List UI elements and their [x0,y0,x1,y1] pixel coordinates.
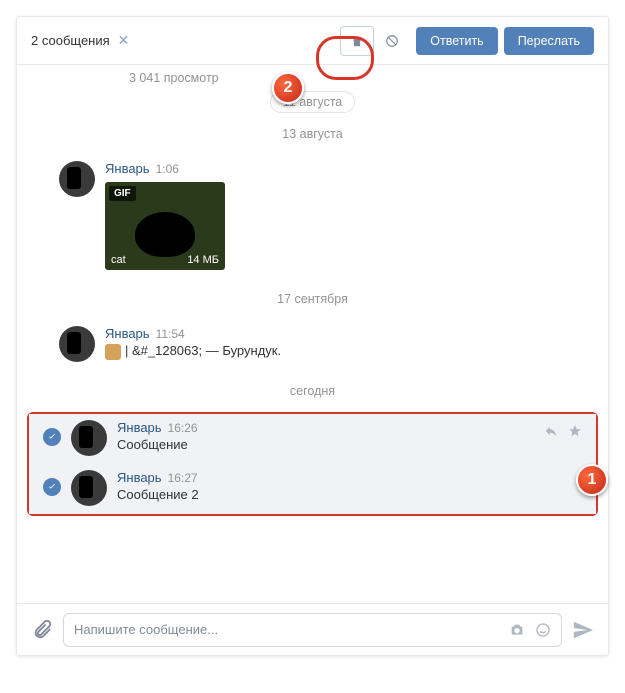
date-separator: сегодня [17,384,608,398]
delete-button[interactable] [340,26,374,56]
sender-name[interactable]: Январь [117,470,162,485]
clear-selection-icon[interactable]: ✕ [118,32,130,49]
selection-header: 2 сообщения ✕ Ответить Переслать [17,17,608,65]
message-time: 16:26 [168,421,198,435]
composer-footer: Напишите сообщение... [17,603,608,655]
emoji-icon [105,344,121,360]
gif-attachment[interactable]: GIF cat 14 МБ [105,182,225,270]
date-separator: 17 сентября [17,292,608,306]
camera-icon[interactable] [509,622,525,638]
messages-body: 3 041 просмотр 11 августа 13 августа Янв… [17,65,608,603]
gif-badge: GIF [109,186,136,201]
message-time: 1:06 [156,162,179,176]
date-separator: 13 августа [17,127,608,141]
message-row[interactable]: Январь 11:54 | &#_128063; — Бурундук. [17,320,608,370]
message-row-selected[interactable]: Январь 16:27 Сообщение 2 [29,464,596,514]
reply-arrow-icon[interactable] [544,424,558,438]
avatar[interactable] [71,420,107,456]
sender-name[interactable]: Январь [105,326,150,341]
message-time: 16:27 [168,471,198,485]
forward-button[interactable]: Переслать [504,27,594,55]
message-row[interactable]: Январь 1:06 GIF cat 14 МБ [17,155,608,278]
avatar[interactable] [59,326,95,362]
reply-button[interactable]: Ответить [416,27,497,55]
message-text: | &#_128063; — Бурундук. [105,343,594,360]
emoji-picker-icon[interactable] [535,622,551,638]
spam-button[interactable] [382,26,402,56]
gif-filename: cat [111,254,126,266]
sender-name[interactable]: Январь [105,161,150,176]
selected-group-highlight: Январь 16:26 Сообщение Январь 16:27 [27,412,598,516]
message-text: Сообщение [117,437,582,452]
message-input[interactable]: Напишите сообщение... [63,613,562,647]
annotation-marker-2: 2 [272,72,304,104]
selected-check-icon[interactable] [43,478,61,496]
input-placeholder: Напишите сообщение... [74,622,509,637]
avatar[interactable] [71,470,107,506]
annotation-marker-1: 1 [576,464,608,496]
partial-views: 3 041 просмотр [17,71,608,85]
avatar[interactable] [59,161,95,197]
trash-icon [350,34,364,48]
spam-icon [385,34,399,48]
message-time: 11:54 [156,327,185,341]
gif-filesize: 14 МБ [187,254,219,266]
message-row-selected[interactable]: Январь 16:26 Сообщение [29,414,596,464]
star-icon[interactable] [568,424,582,438]
message-text: Сообщение 2 [117,487,582,502]
sender-name[interactable]: Январь [117,420,162,435]
selected-check-icon[interactable] [43,428,61,446]
send-icon[interactable] [572,619,594,641]
attach-icon[interactable] [31,619,53,641]
selection-count: 2 сообщения [31,33,110,48]
